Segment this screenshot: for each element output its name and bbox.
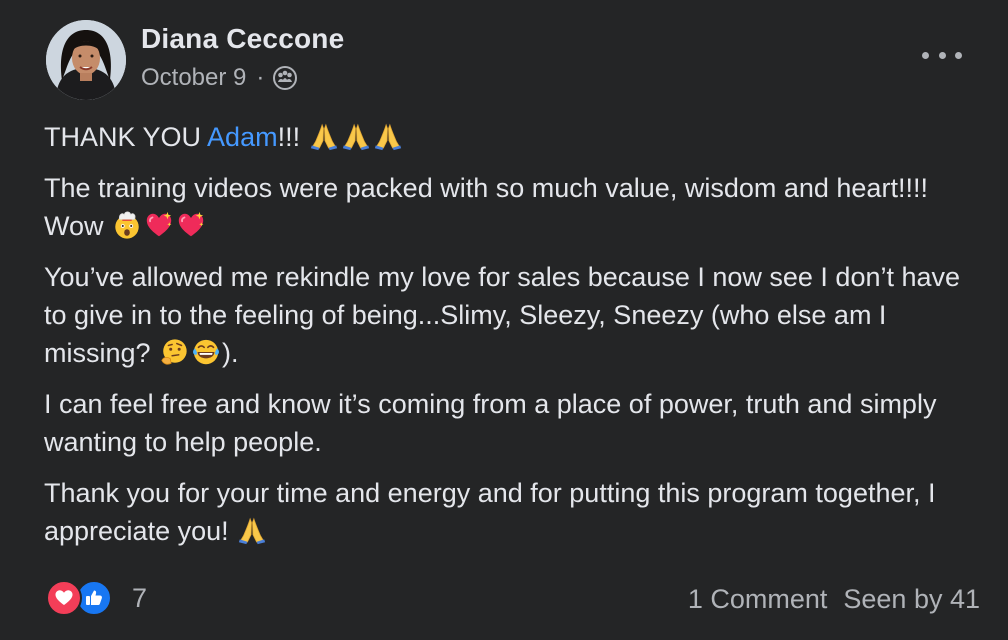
paragraph: THANK YOU Adam!!!: [44, 118, 974, 156]
thinking-face-icon: [159, 337, 189, 367]
post-stats: 1 Comment Seen by 41: [688, 584, 980, 615]
post-card: Diana Ceccone October 9 · THANK YOU Adam…: [0, 0, 1008, 640]
reactions-summary[interactable]: 7: [46, 580, 147, 616]
text: Thank you for your time and energy and f…: [44, 478, 936, 546]
sparkling-heart-icon: [144, 210, 174, 240]
avatar[interactable]: [46, 20, 126, 100]
friends-icon[interactable]: [272, 65, 298, 91]
folded-hands-icon: [237, 515, 267, 545]
mind-blown-icon: [112, 210, 142, 240]
text: I can feel free and know it’s coming fro…: [44, 389, 937, 457]
laughing-tears-icon: [191, 337, 221, 367]
paragraph: I can feel free and know it’s coming fro…: [44, 385, 974, 461]
dot-icon: [938, 51, 946, 59]
text: THANK YOU: [44, 122, 208, 152]
meta-separator: ·: [256, 64, 265, 91]
more-options-button[interactable]: [922, 40, 962, 70]
mention-link[interactable]: Adam: [207, 122, 278, 152]
post-body: THANK YOU Adam!!! The training videos we…: [44, 118, 974, 563]
folded-hands-icon: [341, 121, 371, 151]
author-name[interactable]: Diana Ceccone: [141, 23, 344, 55]
dot-icon: [955, 51, 962, 59]
post-meta: October 9 ·: [141, 64, 298, 92]
comments-link[interactable]: 1 Comment: [688, 584, 828, 615]
reaction-count[interactable]: 7: [132, 583, 147, 614]
love-icon: [46, 580, 82, 616]
paragraph: You’ve allowed me rekindle my love for s…: [44, 258, 974, 372]
dot-icon: [922, 51, 929, 59]
text: ).: [222, 338, 239, 368]
text: !!!: [277, 122, 308, 152]
post-date[interactable]: October 9: [141, 64, 246, 92]
folded-hands-icon: [309, 121, 339, 151]
paragraph: The training videos were packed with so …: [44, 169, 974, 245]
folded-hands-icon: [373, 121, 403, 151]
seen-by-link[interactable]: Seen by 41: [843, 584, 980, 615]
paragraph: Thank you for your time and energy and f…: [44, 474, 974, 550]
sparkling-heart-icon: [176, 210, 206, 240]
